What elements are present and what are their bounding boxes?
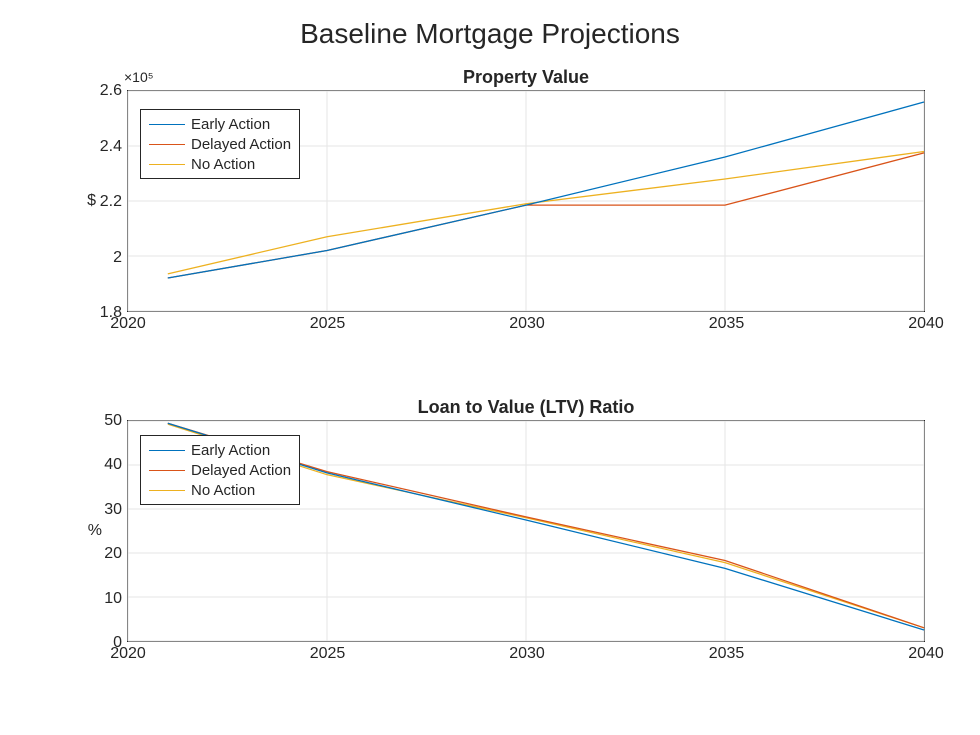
x-tick-label: 2030 bbox=[509, 311, 545, 333]
subplot-ltv-ratio: Loan to Value (LTV) Ratio % Early Action… bbox=[127, 420, 925, 642]
x-tick-label: 2040 bbox=[908, 641, 944, 663]
chart-title: Property Value bbox=[128, 67, 924, 88]
x-tick-label: 2025 bbox=[310, 311, 346, 333]
legend: Early Action Delayed Action No Action bbox=[140, 109, 300, 179]
y-exponent-label: ×10⁵ bbox=[124, 69, 154, 85]
legend-swatch bbox=[149, 490, 185, 491]
y-tick-label: 30 bbox=[104, 501, 128, 519]
legend-label: No Action bbox=[191, 482, 255, 499]
y-tick-label: 2.4 bbox=[100, 138, 128, 156]
x-tick-label: 2035 bbox=[709, 641, 745, 663]
subplot-property-value: Property Value ×10⁵ $ Early ActionDelaye… bbox=[127, 90, 925, 312]
x-tick-label: 2030 bbox=[509, 641, 545, 663]
y-tick-label: 40 bbox=[104, 456, 128, 474]
legend-entry: Early Action bbox=[149, 114, 291, 134]
y-axis-label: % bbox=[88, 522, 102, 540]
y-axis-label: $ bbox=[87, 192, 96, 210]
legend-label: Early Action bbox=[191, 116, 270, 133]
legend-entry: Early Action bbox=[149, 440, 291, 460]
x-tick-label: 2025 bbox=[310, 641, 346, 663]
legend-entry: Delayed Action bbox=[149, 460, 291, 480]
legend-swatch bbox=[149, 470, 185, 471]
y-tick-label: 0 bbox=[113, 634, 128, 652]
y-tick-label: 10 bbox=[104, 590, 128, 608]
legend-entry: Delayed Action bbox=[149, 134, 291, 154]
x-tick-label: 2040 bbox=[908, 311, 944, 333]
x-tick-label: 2035 bbox=[709, 311, 745, 333]
legend-swatch bbox=[149, 164, 185, 165]
legend-swatch bbox=[149, 124, 185, 125]
figure: Baseline Mortgage Projections Property V… bbox=[0, 0, 980, 735]
y-tick-label: 20 bbox=[104, 545, 128, 563]
y-tick-label: 2.2 bbox=[100, 193, 128, 211]
legend-label: Delayed Action bbox=[191, 136, 291, 153]
legend-entry: No Action bbox=[149, 154, 291, 174]
legend-entry: No Action bbox=[149, 480, 291, 500]
legend-swatch bbox=[149, 144, 185, 145]
legend-label: Delayed Action bbox=[191, 462, 291, 479]
legend-label: No Action bbox=[191, 156, 255, 173]
y-tick-label: 50 bbox=[104, 412, 128, 430]
y-tick-label: 2.6 bbox=[100, 82, 128, 100]
legend-label: Early Action bbox=[191, 442, 270, 459]
legend: Early Action Delayed Action No Action bbox=[140, 435, 300, 505]
y-tick-label: 2 bbox=[113, 249, 128, 267]
y-tick-label: 1.8 bbox=[100, 304, 128, 322]
chart-title: Loan to Value (LTV) Ratio bbox=[128, 397, 924, 418]
figure-title: Baseline Mortgage Projections bbox=[0, 18, 980, 50]
legend-swatch bbox=[149, 450, 185, 451]
